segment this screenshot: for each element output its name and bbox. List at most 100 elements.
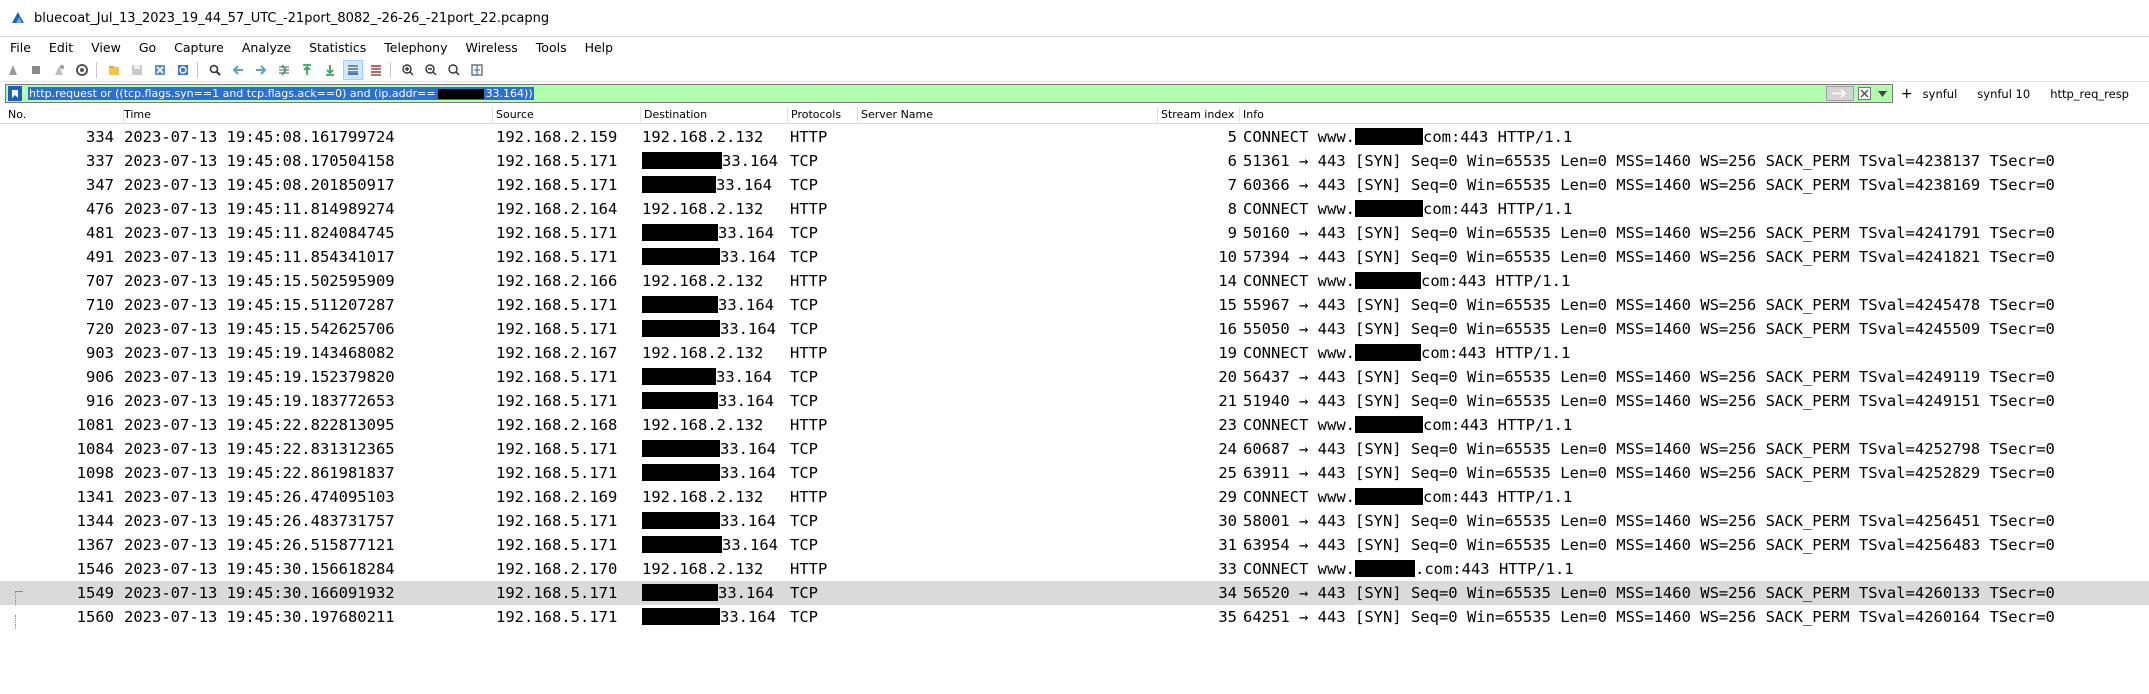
column-header-info[interactable]: Info xyxy=(1240,107,2149,123)
info-text: 63911 → 443 [SYN] Seq=0 Win=65535 Len=0 … xyxy=(1243,464,2055,482)
packet-row[interactable]: 720 2023-07-13 19:45:15.542625706 192.168.… xyxy=(0,317,2149,341)
packet-info: CONNECT www. com:443 HTTP/1.1 xyxy=(1243,128,1572,146)
packet-row[interactable]: 1341 2023-07-13 19:45:26.474095103 192.168… xyxy=(0,485,2149,509)
packet-row[interactable]: 334 2023-07-13 19:45:08.161799724 192.168.… xyxy=(0,125,2149,149)
clear-filter-icon[interactable] xyxy=(1857,86,1872,101)
redaction-block xyxy=(1354,560,1415,577)
filter-button-synful-10[interactable]: synful 10 xyxy=(1977,87,2030,101)
wireshark-fin-icon xyxy=(10,10,26,26)
packet-row[interactable]: 1549 2023-07-13 19:45:30.166091932 192.168… xyxy=(0,581,2149,605)
stop-capture-icon[interactable] xyxy=(26,60,46,80)
packet-row[interactable]: 916 2023-07-13 19:45:19.183772653 192.168.… xyxy=(0,389,2149,413)
related-packet-marker xyxy=(15,615,23,629)
save-file-icon[interactable] xyxy=(127,60,147,80)
go-to-packet-icon[interactable] xyxy=(274,60,294,80)
packet-stream-index: 24 xyxy=(1218,440,1237,458)
menu-telephony[interactable]: Telephony xyxy=(375,40,456,55)
packet-row[interactable]: 337 2023-07-13 19:45:08.170504158 192.168.… xyxy=(0,149,2149,173)
filter-button-http-req-resp[interactable]: http_req_resp xyxy=(2050,87,2129,101)
menu-edit[interactable]: Edit xyxy=(40,40,82,55)
packet-stream-index: 6 xyxy=(1227,152,1237,170)
info-text: 60687 → 443 [SYN] Seq=0 Win=65535 Len=0 … xyxy=(1243,440,2055,458)
bookmark-icon[interactable] xyxy=(8,86,22,101)
packet-row[interactable]: 1344 2023-07-13 19:45:26.483731757 192.168… xyxy=(0,509,2149,533)
go-forward-icon[interactable] xyxy=(251,60,271,80)
menu-help[interactable]: Help xyxy=(576,40,623,55)
menu-view[interactable]: View xyxy=(82,40,130,55)
restart-capture-icon[interactable] xyxy=(49,60,69,80)
packet-row[interactable]: 710 2023-07-13 19:45:15.511207287 192.168.… xyxy=(0,293,2149,317)
zoom-in-icon[interactable] xyxy=(398,60,418,80)
menu-statistics[interactable]: Statistics xyxy=(300,40,375,55)
packet-info: 56520 → 443 [SYN] Seq=0 Win=65535 Len=0 … xyxy=(1243,584,2055,602)
info-text-suffix: com:443 HTTP/1.1 xyxy=(1422,128,1573,146)
filter-expression[interactable]: http.request or ((tcp.flags.syn==1 and t… xyxy=(28,87,534,100)
packet-row[interactable]: 1084 2023-07-13 19:45:22.831312365 192.168… xyxy=(0,437,2149,461)
packet-stream-index: 25 xyxy=(1218,464,1237,482)
menu-analyze[interactable]: Analyze xyxy=(233,40,300,55)
info-text: 50160 → 443 [SYN] Seq=0 Win=65535 Len=0 … xyxy=(1243,224,2055,242)
normal-size-icon[interactable] xyxy=(444,60,464,80)
column-header-protocols[interactable]: Protocols xyxy=(788,107,858,123)
open-file-icon[interactable] xyxy=(104,60,124,80)
packet-row[interactable]: 491 2023-07-13 19:45:11.854341017 192.168.… xyxy=(0,245,2149,269)
packet-row[interactable]: 903 2023-07-13 19:45:19.143468082 192.168.… xyxy=(0,341,2149,365)
redaction-block xyxy=(1354,128,1423,145)
find-packet-icon[interactable] xyxy=(205,60,225,80)
redaction-block xyxy=(437,88,484,99)
column-header-destination[interactable]: Destination xyxy=(641,107,788,123)
resize-columns-icon[interactable] xyxy=(467,60,487,80)
packet-row[interactable]: 1560 2023-07-13 19:45:30.197680211 192.168… xyxy=(0,605,2149,629)
packet-row[interactable]: 1081 2023-07-13 19:45:22.822813095 192.168… xyxy=(0,413,2149,437)
menu-tools[interactable]: Tools xyxy=(527,40,576,55)
packet-info: 57394 → 443 [SYN] Seq=0 Win=65535 Len=0 … xyxy=(1243,248,2055,266)
close-file-icon[interactable] xyxy=(150,60,170,80)
packet-info: 60366 → 443 [SYN] Seq=0 Win=65535 Len=0 … xyxy=(1243,176,2055,194)
packet-stream-index: 31 xyxy=(1218,536,1237,554)
filter-text-before: http.request or ((tcp.flags.syn==1 and t… xyxy=(29,87,436,100)
menu-file[interactable]: File xyxy=(0,40,40,55)
packet-row[interactable]: 347 2023-07-13 19:45:08.201850917 192.168.… xyxy=(0,173,2149,197)
column-header-time[interactable]: Time xyxy=(121,107,493,123)
packet-row[interactable]: 1367 2023-07-13 19:45:26.515877121 192.168… xyxy=(0,533,2149,557)
packet-row[interactable]: 906 2023-07-13 19:45:19.152379820 192.168.… xyxy=(0,365,2149,389)
packet-row[interactable]: 707 2023-07-13 19:45:15.502595909 192.168.… xyxy=(0,269,2149,293)
go-back-icon[interactable] xyxy=(228,60,248,80)
column-header-stream-index[interactable]: Stream index xyxy=(1158,107,1240,123)
column-header-no[interactable]: No. xyxy=(5,107,124,123)
apply-filter-arrow-icon[interactable] xyxy=(1825,86,1854,101)
last-packet-icon[interactable] xyxy=(320,60,340,80)
packet-row[interactable]: 1098 2023-07-13 19:45:22.861981837 192.168… xyxy=(0,461,2149,485)
packet-stream-index: 9 xyxy=(1227,224,1237,242)
filter-button-synful[interactable]: synful xyxy=(1923,87,1958,101)
chevron-down-icon[interactable] xyxy=(1877,87,1889,100)
add-filter-button[interactable]: + xyxy=(1901,86,1913,102)
info-text: 57394 → 443 [SYN] Seq=0 Win=65535 Len=0 … xyxy=(1243,248,2055,266)
reload-file-icon[interactable] xyxy=(173,60,193,80)
packet-stream-index: 15 xyxy=(1218,296,1237,314)
packet-info: CONNECT www. com:443 HTTP/1.1 xyxy=(1243,488,1572,506)
menu-go[interactable]: Go xyxy=(130,40,165,55)
autoscroll-icon[interactable] xyxy=(343,59,363,80)
info-text-suffix: com:443 HTTP/1.1 xyxy=(1420,344,1571,362)
capture-options-icon[interactable] xyxy=(72,60,92,80)
info-text-suffix: com:443 HTTP/1.1 xyxy=(1420,272,1571,290)
menu-capture[interactable]: Capture xyxy=(165,40,233,55)
start-capture-icon[interactable] xyxy=(3,60,23,80)
display-filter-input[interactable]: http.request or ((tcp.flags.syn==1 and t… xyxy=(5,84,1893,103)
redaction-block xyxy=(1354,200,1423,217)
menu-wireless[interactable]: Wireless xyxy=(456,40,526,55)
redaction-block xyxy=(1354,416,1423,433)
info-text: 51361 → 443 [SYN] Seq=0 Win=65535 Len=0 … xyxy=(1243,152,2055,170)
packet-info: 51361 → 443 [SYN] Seq=0 Win=65535 Len=0 … xyxy=(1243,152,2055,170)
packet-row[interactable]: 481 2023-07-13 19:45:11.824084745 192.168.… xyxy=(0,221,2149,245)
packet-row[interactable]: 1546 2023-07-13 19:45:30.156618284 192.168… xyxy=(0,557,2149,581)
zoom-out-icon[interactable] xyxy=(421,60,441,80)
info-text: 56520 → 443 [SYN] Seq=0 Win=65535 Len=0 … xyxy=(1243,584,2055,602)
colorize-icon[interactable] xyxy=(366,60,386,80)
column-header-source[interactable]: Source xyxy=(493,107,641,123)
packet-row[interactable]: 476 2023-07-13 19:45:11.814989274 192.168.… xyxy=(0,197,2149,221)
first-packet-icon[interactable] xyxy=(297,60,317,80)
packet-info: 55050 → 443 [SYN] Seq=0 Win=65535 Len=0 … xyxy=(1243,320,2055,338)
column-header-server-name[interactable]: Server Name xyxy=(858,107,1158,123)
